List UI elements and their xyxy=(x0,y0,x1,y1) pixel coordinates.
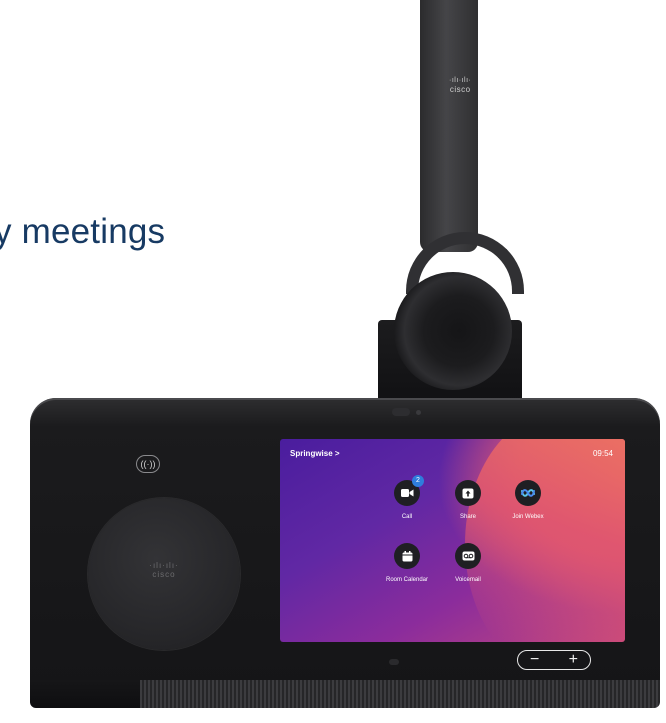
page-headline: y meetings xyxy=(0,212,166,251)
voicemail-button[interactable]: Voicemail xyxy=(438,543,498,583)
call-button[interactable]: 2 Call xyxy=(377,475,437,520)
nfc-icon[interactable]: ((·)) xyxy=(136,455,160,473)
headset-earcup xyxy=(394,272,512,390)
touch-pad[interactable]: ·ılı·ılı· cisco xyxy=(88,498,240,650)
call-badge: 2 xyxy=(412,475,424,487)
room-calendar-label: Room Calendar xyxy=(385,577,429,583)
voicemail-label: Voicemail xyxy=(455,577,481,583)
join-webex-button[interactable]: Join Webex xyxy=(498,480,558,520)
cisco-logo-pad: ·ılı·ılı· cisco xyxy=(149,561,179,579)
join-webex-label: Join Webex xyxy=(512,514,544,520)
screen-wallpaper-wave xyxy=(465,439,625,642)
cisco-logo-headband: ·ılı·ılı· cisco xyxy=(449,77,472,94)
headset-headband xyxy=(420,0,478,252)
voicemail-icon xyxy=(455,543,481,569)
camera-lens xyxy=(392,408,410,416)
touch-screen: Springwise > 09:54 2 Call Share Join Web… xyxy=(280,439,625,642)
share-label: Share xyxy=(459,514,476,520)
share-icon xyxy=(455,480,481,506)
volume-control: − + xyxy=(517,650,591,670)
camera-indicator xyxy=(416,410,421,415)
volume-down-button[interactable]: − xyxy=(530,650,539,670)
headset: ·ılı·ılı· cisco xyxy=(378,0,524,400)
webex-icon xyxy=(515,480,541,506)
device-base-tray xyxy=(30,680,140,708)
room-calendar-button[interactable]: Room Calendar xyxy=(377,543,437,583)
home-button[interactable] xyxy=(389,659,399,665)
call-label: Call xyxy=(401,514,413,520)
share-button[interactable]: Share xyxy=(438,480,498,520)
camera-icon: 2 xyxy=(394,475,424,506)
calendar-icon xyxy=(394,543,420,569)
clock: 09:54 xyxy=(592,449,613,458)
volume-up-button[interactable]: + xyxy=(569,650,578,670)
desk-device: ((·)) ·ılı·ılı· cisco Springwise > 09:54… xyxy=(30,398,660,708)
workspace-name-link[interactable]: Springwise > xyxy=(290,449,340,458)
